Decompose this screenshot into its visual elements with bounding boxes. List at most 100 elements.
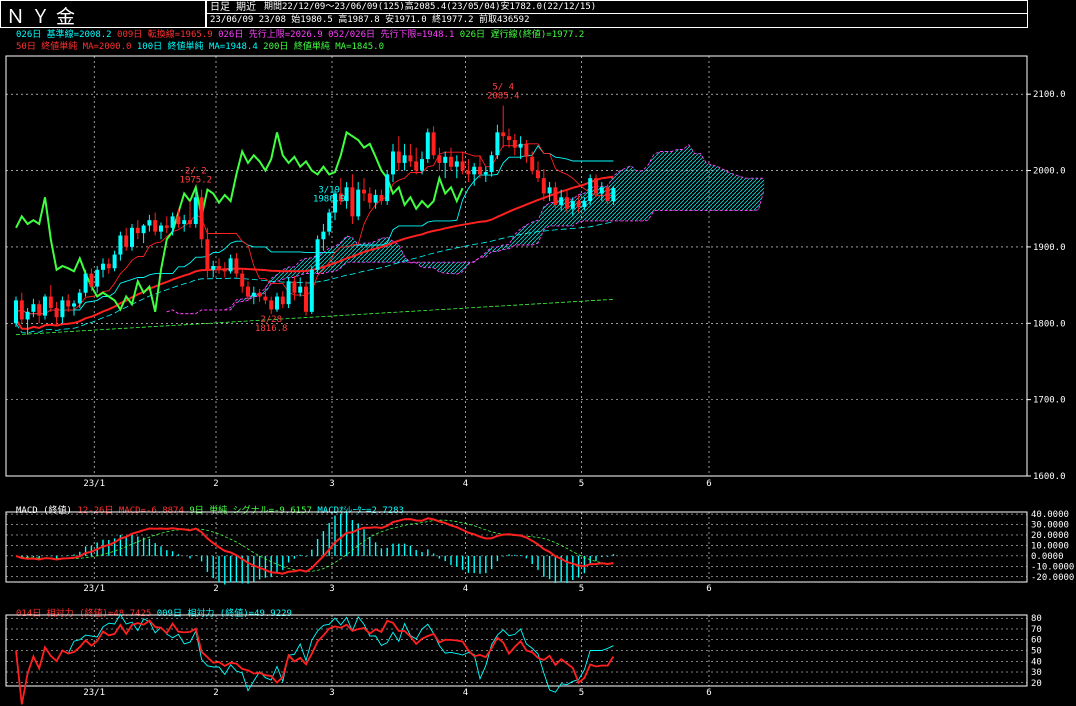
candle-body-77 — [460, 161, 465, 171]
candle-body-5 — [43, 296, 47, 316]
candle-body-103 — [611, 188, 616, 202]
ichimoku-cloud — [166, 144, 765, 314]
rsi-ytick-5: 30 — [1031, 668, 1042, 678]
candle-body-19 — [124, 235, 129, 247]
rsi-ytick-6: 20 — [1031, 679, 1042, 689]
annot-sub-0: 1975.2 — [180, 176, 213, 186]
candle-body-48 — [292, 281, 297, 293]
xtick-main-4: 5 — [579, 479, 584, 489]
candle-body-52 — [315, 239, 320, 270]
candle-body-74 — [443, 156, 448, 163]
candle-body-41 — [251, 292, 256, 297]
candle-body-33 — [205, 239, 210, 270]
candle-body-23 — [147, 220, 152, 226]
xtick-rsi-2: 3 — [329, 688, 334, 698]
candle-body-85 — [507, 136, 511, 140]
candle-body-30 — [188, 220, 192, 224]
candle-body-89 — [530, 156, 535, 171]
ma200-line — [15, 298, 614, 336]
candle-body-36 — [222, 268, 227, 272]
candle-body-64 — [385, 174, 390, 202]
candle-body-72 — [431, 132, 436, 156]
candle-body-90 — [536, 170, 540, 179]
xtick-macd-4: 5 — [579, 584, 584, 594]
xtick-macd-2: 3 — [329, 584, 334, 594]
macd-line — [15, 517, 614, 575]
xtick-main-0: 23/1 — [83, 479, 105, 489]
candle-body-61 — [367, 193, 372, 203]
ytick-label-0: 1600.0 — [1033, 472, 1066, 482]
xtick-macd-1: 2 — [213, 584, 218, 594]
candle-body-2 — [25, 311, 30, 320]
candle-body-65 — [391, 151, 395, 175]
candle-body-46 — [280, 296, 285, 305]
candle-body-101 — [599, 187, 604, 194]
candle-body-94 — [559, 197, 564, 205]
candle-body-16 — [106, 263, 111, 269]
candle-body-68 — [408, 155, 413, 162]
candle-body-53 — [321, 231, 326, 240]
candle-body-49 — [298, 286, 303, 293]
xtick-main-2: 3 — [329, 479, 334, 489]
candle-body-24 — [153, 220, 158, 232]
candle-body-21 — [135, 227, 140, 234]
candle-body-32 — [199, 197, 204, 240]
candle-body-26 — [164, 225, 169, 228]
candle-body-62 — [373, 194, 378, 203]
annot-sub-2: 1980.9 — [313, 195, 346, 205]
xtick-main-1: 2 — [213, 479, 218, 489]
rsi-ytick-3: 50 — [1031, 647, 1042, 657]
candle-body-63 — [379, 194, 384, 202]
candle-body-39 — [240, 273, 245, 287]
candle-body-0 — [14, 300, 18, 324]
candle-body-42 — [257, 292, 262, 297]
candle-body-35 — [217, 266, 221, 269]
candle-body-25 — [159, 225, 163, 232]
candle-body-3 — [31, 304, 36, 312]
rsi14-line — [15, 619, 615, 705]
xtick-rsi-1: 2 — [213, 688, 218, 698]
candle-body-79 — [472, 166, 477, 175]
candle-body-98 — [582, 201, 587, 208]
macd-ytick-1: 30.0000 — [1031, 521, 1069, 531]
rsi-ytick-4: 40 — [1031, 657, 1042, 667]
candle-body-93 — [553, 187, 558, 205]
candle-body-47 — [286, 281, 291, 305]
candle-body-31 — [193, 197, 198, 224]
candle-body-18 — [118, 235, 123, 255]
macd-ytick-6: -20.0000 — [1031, 573, 1074, 583]
candle-body-45 — [275, 296, 279, 310]
macd-ytick-3: 10.0000 — [1031, 541, 1069, 551]
candle-body-83 — [495, 132, 500, 156]
candle-body-37 — [228, 258, 233, 272]
candle-body-7 — [54, 308, 59, 318]
ytick-label-5: 2100.0 — [1033, 90, 1066, 100]
candle-body-27 — [170, 216, 175, 228]
candle-body-43 — [263, 296, 268, 301]
annot-sub-1: 1816.8 — [255, 324, 288, 334]
rsi-ytick-1: 70 — [1031, 625, 1042, 635]
xtick-macd-0: 23/1 — [83, 584, 105, 594]
candle-body-15 — [101, 263, 105, 270]
candle-body-51 — [309, 269, 314, 312]
candle-body-6 — [48, 296, 53, 308]
candle-body-13 — [89, 273, 94, 287]
candle-body-66 — [396, 151, 401, 163]
candle-body-81 — [483, 172, 488, 175]
candle-body-28 — [176, 216, 181, 224]
ytick-label-1: 1700.0 — [1033, 396, 1066, 406]
macd-ytick-5: -10.0000 — [1031, 562, 1074, 572]
candle-body-73 — [437, 155, 442, 163]
ytick-label-3: 1900.0 — [1033, 243, 1066, 253]
candle-body-54 — [327, 212, 332, 232]
candle-body-84 — [501, 132, 506, 137]
xtick-main-3: 4 — [463, 479, 468, 489]
candle-body-76 — [454, 161, 459, 167]
xtick-macd-5: 6 — [706, 584, 711, 594]
xtick-rsi-4: 5 — [579, 688, 584, 698]
annot-sub-3: 2085.4 — [487, 92, 520, 102]
pane-frame-0 — [5, 55, 1028, 477]
chikou-line — [15, 130, 464, 313]
candle-body-69 — [414, 161, 419, 171]
xtick-rsi-0: 23/1 — [83, 688, 105, 698]
